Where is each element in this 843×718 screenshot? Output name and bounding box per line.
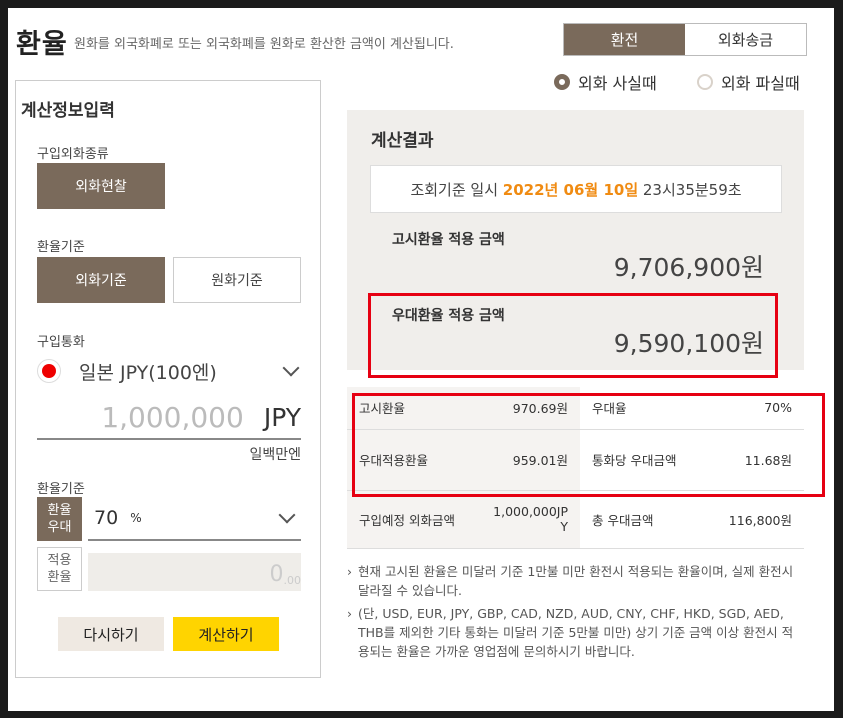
pref-amount-label: 우대환율 적용 금액 <box>392 308 505 324</box>
notice-amount: 9,706,900원 <box>613 253 764 282</box>
radio-sell-foreign[interactable]: 외화 파실때 <box>697 70 800 94</box>
tab-remittance[interactable]: 외화송금 <box>685 24 806 55</box>
tab-exchange[interactable]: 환전 <box>564 24 685 55</box>
currency-label: 구입통화 <box>37 335 85 350</box>
table-row: 구입예정 외화금액 1,000,000JPY 총 우대금액 116,800원 <box>347 490 804 548</box>
purchase-type-label: 구입외화종류 <box>37 147 109 162</box>
calculate-button[interactable]: 계산하기 <box>173 617 279 651</box>
currency-value: 일본 JPY(100엔) <box>79 361 217 384</box>
chevron-down-icon <box>282 359 300 377</box>
radio-buy-foreign[interactable]: 외화 사실때 <box>554 70 657 94</box>
amount-unit: JPY <box>263 402 301 432</box>
radio-buy-label: 외화 사실때 <box>578 74 657 93</box>
amount-korean: 일백만엔 <box>249 447 301 463</box>
bullet-icon: › <box>347 606 352 621</box>
page-title: 환율 <box>16 29 68 60</box>
pref-amount: 9,590,100원 <box>613 329 764 358</box>
date-prefix: 조회기준 일시 <box>410 180 503 199</box>
table-cell: 116,800원 <box>728 512 792 528</box>
bullet-icon: › <box>347 564 352 579</box>
query-date: 조회기준 일시 2022년 06월 10일 23시35분59초 <box>370 165 782 213</box>
cash-button[interactable]: 외화현찰 <box>37 163 165 209</box>
radio-unselected-icon <box>697 74 713 90</box>
foreign-basis-button[interactable]: 외화기준 <box>37 257 165 303</box>
note-item: › (단, USD, EUR, JPY, GBP, CAD, NZD, AUD,… <box>347 604 804 661</box>
chevron-down-icon <box>278 506 296 524</box>
applied-rate-field: 0 .00 <box>88 553 301 591</box>
highlight-box <box>352 393 825 497</box>
date-time: 23시35분59초 <box>638 180 742 199</box>
currency-select[interactable]: 일본 JPY(100엔) <box>37 351 301 391</box>
note-text: 현재 고시된 환율은 미달러 기준 1만불 미만 환전시 적용되는 환율이며, … <box>358 564 794 598</box>
amount-value: 1,000,000 <box>101 400 244 434</box>
applied-tag: 적용 환율 <box>37 547 82 591</box>
japan-flag-icon <box>37 359 61 383</box>
rate-basis-label: 환율기준 <box>37 240 85 255</box>
reset-button[interactable]: 다시하기 <box>58 617 164 651</box>
table-cell: 1,000,000JPY <box>476 490 580 548</box>
radio-sell-label: 외화 파실때 <box>721 74 800 93</box>
radio-selected-icon <box>554 74 570 90</box>
amount-input[interactable]: 1,000,000 JPY <box>37 396 301 440</box>
preferential-value: 70 <box>94 507 119 529</box>
won-basis-button[interactable]: 원화기준 <box>173 257 301 303</box>
preferential-input[interactable]: 70 % <box>88 497 301 541</box>
applied-value: 0 <box>269 562 284 587</box>
preferential-tag: 환율 우대 <box>37 497 82 541</box>
date-highlight: 2022년 06월 10일 <box>502 180 639 199</box>
notice-amount-label: 고시환율 적용 금액 <box>392 232 505 248</box>
note-item: › 현재 고시된 환율은 미달러 기준 1만불 미만 환전시 적용되는 환율이며… <box>347 562 804 600</box>
result-heading: 계산결과 <box>371 131 434 151</box>
tab-bar: 환전 외화송금 <box>563 23 807 56</box>
preferential-unit: % <box>130 511 142 525</box>
page-description: 원화를 외국화폐로 또는 외국화폐를 원화로 환산한 금액이 계산됩니다. <box>74 37 454 52</box>
table-cell: 구입예정 외화금액 <box>347 490 476 548</box>
note-text: (단, USD, EUR, JPY, GBP, CAD, NZD, AUD, C… <box>358 606 794 659</box>
input-heading: 계산정보입력 <box>21 101 115 121</box>
applied-decimal: .00 <box>283 574 302 587</box>
preferential-label: 환율기준 <box>37 482 85 497</box>
table-cell: 총 우대금액 <box>592 512 654 528</box>
